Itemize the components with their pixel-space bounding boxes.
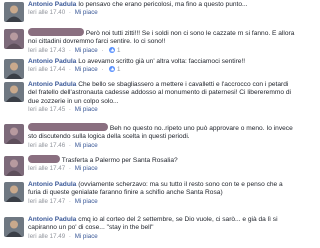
comment-timestamp[interactable]: Ieri alle 17.43	[28, 47, 65, 54]
avatar[interactable]	[4, 182, 24, 202]
redacted-name	[28, 123, 108, 131]
like-button[interactable]: Mi piace	[75, 47, 98, 54]
comment-meta: Ieri alle 17.49 · Mi piace	[28, 233, 296, 241]
meta-separator: ·	[68, 46, 71, 54]
comment-body: Trasferta a Palermo per Santa Rosalia? I…	[28, 155, 296, 174]
avatar[interactable]	[4, 82, 24, 102]
comment-timestamp[interactable]: Ieri alle 17.49	[28, 233, 65, 240]
meta-separator: ·	[68, 232, 71, 240]
comment-timestamp[interactable]: Ieri alle 17.47	[28, 198, 65, 205]
comment-meta: Ieri alle 17.44 · Mi piace · 1	[28, 66, 296, 74]
comment-body: Antonio Padula Lo avevamo scritto già un…	[28, 58, 296, 75]
meta-separator: ·	[68, 141, 71, 149]
comment-timestamp[interactable]: Ieri alle 17.47	[28, 165, 65, 172]
comment-body: Beh no questo no..ripeto uno può approva…	[28, 123, 296, 150]
like-button[interactable]: Mi piace	[75, 9, 98, 16]
comment-body: Antonio Padula Io pensavo che erano peri…	[28, 1, 296, 18]
avatar[interactable]	[4, 217, 24, 237]
meta-separator: ·	[101, 46, 104, 54]
comment-body: Antonio Padula Che bello se sbagliassero…	[28, 81, 296, 115]
comment-author[interactable]: Antonio Padula	[28, 181, 76, 188]
comment-body: Antonio Padula (ovviamente scherzavo: ma…	[28, 181, 296, 206]
like-button[interactable]: Mi piace	[75, 233, 98, 240]
avatar[interactable]	[4, 29, 24, 49]
meta-separator: ·	[101, 66, 104, 74]
comment-timestamp[interactable]: Ieri alle 17.45	[28, 106, 65, 113]
comment-timestamp[interactable]: Ieri alle 17.40	[28, 9, 65, 16]
comment-timestamp[interactable]: Ieri alle 17.46	[28, 142, 65, 149]
meta-separator: ·	[68, 197, 71, 205]
comment-thread: Antonio Padula Io pensavo che erano peri…	[0, 0, 300, 248]
comment-meta: Ieri alle 17.43 · Mi piace · 1	[28, 46, 296, 55]
avatar[interactable]	[4, 156, 24, 176]
comment-author[interactable]: Antonio Padula	[28, 216, 76, 223]
comment-timestamp[interactable]: Ieri alle 17.44	[28, 66, 65, 73]
meta-separator: ·	[68, 66, 71, 74]
avatar[interactable]	[4, 59, 24, 79]
comment-meta: Ieri alle 17.45 · Mi piace	[28, 106, 296, 114]
comment: Però noi tutti zitti!!! Se i soldi non c…	[0, 27, 300, 57]
like-button[interactable]: Mi piace	[75, 198, 98, 205]
like-button[interactable]: Mi piace	[75, 106, 98, 113]
thumbs-up-icon	[109, 66, 116, 73]
like-button[interactable]: Mi piace	[75, 66, 98, 73]
like-button[interactable]: Mi piace	[75, 165, 98, 172]
comment-text: Lo avevamo scritto già un' altra volta: …	[78, 58, 246, 65]
comment-meta: Ieri alle 17.47 · Mi piace	[28, 165, 296, 173]
like-count: 1	[117, 66, 121, 74]
comment: Beh no questo no..ripeto uno può approva…	[0, 122, 300, 152]
comment: Antonio Padula Io pensavo che erano peri…	[0, 0, 300, 26]
redacted-name	[28, 28, 84, 36]
comment: Trasferta a Palermo per Santa Rosalia? I…	[0, 154, 300, 176]
redacted-name	[28, 155, 60, 163]
meta-separator: ·	[68, 9, 71, 17]
comment-meta: Ieri alle 17.47 · Mi piace	[28, 198, 296, 206]
comment-text: Io pensavo che erano pericolosi, ma fino…	[78, 1, 248, 8]
comment-author[interactable]: Antonio Padula	[28, 81, 76, 88]
avatar[interactable]	[4, 2, 24, 22]
like-count: 1	[117, 46, 121, 54]
meta-separator: ·	[68, 165, 71, 173]
comment-author[interactable]: Antonio Padula	[28, 1, 76, 8]
comment-body: Però noi tutti zitti!!! Se i soldi non c…	[28, 28, 296, 55]
like-button[interactable]: Mi piace	[75, 142, 98, 149]
comment-meta: Ieri alle 17.40 · Mi piace	[28, 9, 296, 17]
avatar[interactable]	[4, 124, 24, 144]
comment-body: Antonio Padula cmq io al corteo del 2 se…	[28, 216, 296, 241]
comment-meta: Ieri alle 17.46 · Mi piace	[28, 142, 296, 150]
comment: Antonio Padula (ovviamente scherzavo: ma…	[0, 180, 300, 214]
comment-text: Trasferta a Palermo per Santa Rosalia?	[61, 157, 178, 164]
comment: Antonio Padula cmq io al corteo del 2 se…	[0, 215, 300, 248]
thumbs-up-icon	[109, 46, 116, 53]
comment: Antonio Padula Che bello se sbagliassero…	[0, 80, 300, 118]
comment: Antonio Padula Lo avevamo scritto già un…	[0, 57, 300, 79]
meta-separator: ·	[68, 106, 71, 114]
comment-author[interactable]: Antonio Padula	[28, 58, 76, 65]
